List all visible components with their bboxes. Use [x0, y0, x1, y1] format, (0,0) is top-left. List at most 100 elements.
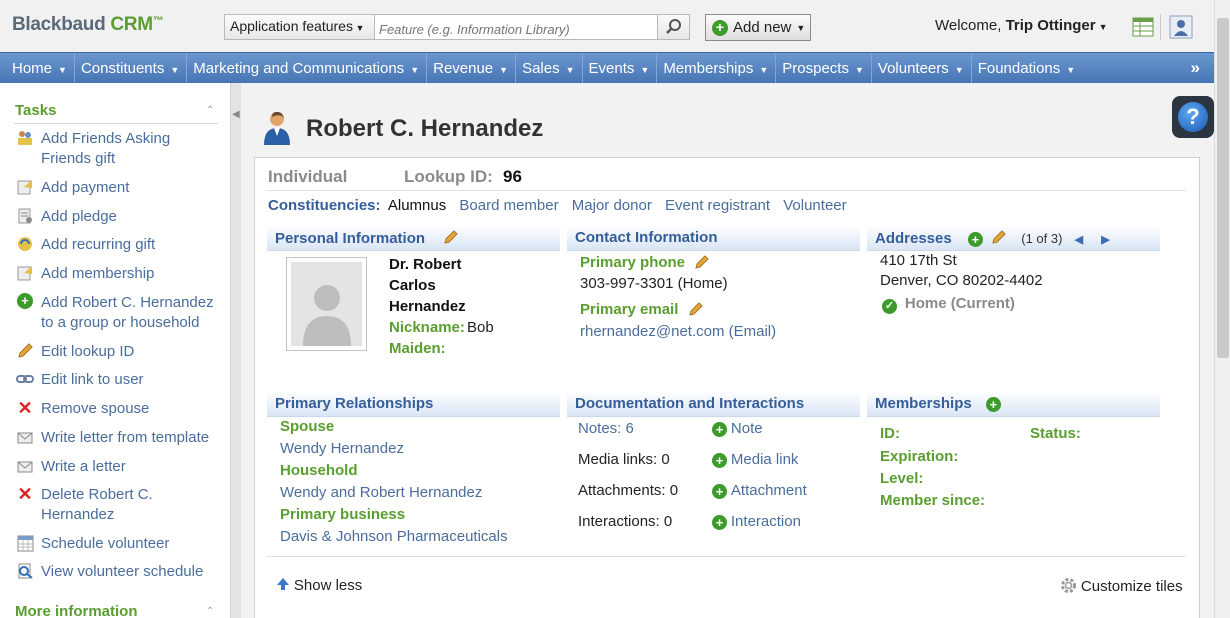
user-menu[interactable]: Welcome, Trip Ottinger ▼	[935, 17, 1108, 34]
add-new-button[interactable]: + Add new ▼	[705, 14, 811, 41]
task-edit-link-to-user[interactable]: Edit link to user	[15, 370, 221, 390]
add-icon: +	[712, 453, 727, 468]
constituency-event-registrant[interactable]: Event registrant	[665, 197, 770, 214]
edit-pencil-icon[interactable]	[443, 229, 459, 245]
nickname-value: Bob	[467, 319, 494, 336]
edit-pencil-icon[interactable]	[991, 229, 1007, 245]
nav-marketing[interactable]: Marketing and Communications ▼	[187, 52, 428, 84]
add-icon[interactable]: +	[967, 232, 983, 247]
show-less-button[interactable]: Show less	[276, 577, 362, 594]
add-note-button[interactable]: + Note	[712, 420, 763, 437]
constituency-alumnus: Alumnus	[387, 197, 447, 214]
individual-constituent-icon	[264, 111, 290, 145]
documentation-tile-header[interactable]: Documentation and Interactions	[567, 391, 860, 417]
maiden-label: Maiden:	[389, 340, 446, 357]
memberships-tile-header[interactable]: Memberships +	[867, 391, 1160, 417]
more-information-heading[interactable]: More information	[15, 603, 138, 618]
spouse-link[interactable]: Wendy Hernandez	[280, 440, 404, 457]
next-arrow-icon[interactable]: ▶	[1101, 234, 1109, 246]
address-status-text: Home (Current)	[904, 295, 1015, 312]
task-write-letter[interactable]: Write a letter	[15, 457, 221, 477]
previous-arrow-icon[interactable]: ◀	[1075, 234, 1083, 246]
calendar-icon	[15, 534, 35, 552]
primary-email-value[interactable]: rhernandez@net.com (Email)	[580, 323, 776, 340]
feature-search: Application features ▼	[224, 14, 690, 40]
scrollbar-thumb[interactable]	[1217, 18, 1229, 358]
address-city: Denver, CO 80202-4402	[880, 272, 1043, 289]
nav-sales[interactable]: Sales ▼	[516, 52, 583, 84]
scrollbar[interactable]	[1214, 0, 1230, 618]
task-view-volunteer-schedule[interactable]: View volunteer schedule	[15, 562, 221, 582]
help-button[interactable]: ?	[1172, 96, 1214, 138]
relationships-tile-header[interactable]: Primary Relationships	[267, 391, 560, 417]
nav-more-button[interactable]: »	[1191, 53, 1200, 83]
task-add-to-group[interactable]: + Add Robert C. Hernandez to a group or …	[15, 293, 221, 333]
customize-tiles-button[interactable]: Customize tiles	[1060, 577, 1183, 595]
collapse-more-info-icon[interactable]: ⌃	[206, 606, 214, 617]
task-remove-spouse[interactable]: ✕ Remove spouse	[15, 399, 221, 419]
household-link[interactable]: Wendy and Robert Hernandez	[280, 484, 482, 501]
collapse-arrow-icon[interactable]: ◀	[232, 109, 240, 120]
sidebar-splitter[interactable]: ◀	[231, 83, 241, 618]
top-bar: Blackbaud CRM™ Application features ▼ + …	[0, 0, 1230, 52]
chevron-down-icon: ▼	[796, 22, 806, 33]
task-edit-lookup-id[interactable]: Edit lookup ID	[15, 342, 221, 362]
lookup-id-value: 96	[503, 167, 522, 186]
edit-pencil-icon[interactable]	[694, 254, 710, 270]
primary-phone-value: 303-997-3301 (Home)	[580, 275, 728, 292]
user-name: Trip Ottinger	[1005, 17, 1096, 34]
divider	[14, 123, 218, 124]
nav-volunteers[interactable]: Volunteers ▼	[872, 52, 972, 84]
contact-info-heading: Contact Information	[575, 229, 718, 246]
notes-count-link[interactable]: Notes: 6	[578, 420, 634, 437]
search-button[interactable]	[657, 15, 689, 39]
search-scope-dropdown[interactable]: Application features ▼	[225, 15, 375, 39]
add-media-link-button[interactable]: + Media link	[712, 451, 798, 468]
brand-logo[interactable]: Blackbaud CRM™	[12, 14, 164, 36]
record-type: Individual	[268, 167, 348, 186]
primary-business-link[interactable]: Davis & Johnson Pharmaceuticals	[280, 528, 508, 545]
nav-constituents[interactable]: Constituents ▼	[75, 52, 188, 84]
shortcuts-grid-icon[interactable]	[1130, 14, 1156, 40]
task-add-membership[interactable]: Add membership	[15, 264, 221, 284]
nav-memberships[interactable]: Memberships ▼	[657, 52, 777, 84]
friends-gift-icon	[15, 129, 35, 147]
address-street: 410 17th St	[880, 252, 957, 269]
add-interaction-button[interactable]: + Interaction	[712, 513, 801, 530]
task-add-faf-gift[interactable]: Add Friends Asking Friends gift	[15, 129, 221, 169]
task-add-pledge[interactable]: Add pledge	[15, 207, 221, 227]
person-silhouette-icon	[302, 285, 351, 346]
task-add-payment[interactable]: Add payment	[15, 178, 221, 198]
contact-info-tile-header[interactable]: Contact Information	[567, 225, 860, 251]
profile-photo-placeholder[interactable]	[286, 257, 367, 351]
nav-events[interactable]: Events ▼	[583, 52, 658, 84]
relationships-heading: Primary Relationships	[275, 395, 434, 412]
task-schedule-volunteer[interactable]: Schedule volunteer	[15, 534, 221, 554]
membership-status-label: Status:	[1030, 425, 1081, 442]
addresses-tile-header[interactable]: Addresses + (1 of 3) ◀ ▶	[867, 225, 1160, 251]
personal-info-tile-header[interactable]: Personal Information	[267, 225, 560, 251]
add-icon[interactable]: +	[985, 397, 1001, 412]
task-write-letter-template[interactable]: Write letter from template	[15, 428, 221, 448]
divider	[266, 556, 1186, 557]
edit-pencil-icon[interactable]	[688, 301, 704, 317]
nav-home[interactable]: Home ▼	[0, 52, 75, 84]
constituency-volunteer[interactable]: Volunteer	[783, 197, 846, 214]
payment-icon	[15, 178, 35, 196]
constituency-major-donor[interactable]: Major donor	[572, 197, 652, 214]
constituency-board-member[interactable]: Board member	[459, 197, 558, 214]
user-settings-icon[interactable]	[1168, 14, 1194, 40]
task-add-recurring-gift[interactable]: Add recurring gift	[15, 235, 221, 255]
collapse-tasks-icon[interactable]: ⌃	[206, 105, 214, 116]
task-delete-constituent[interactable]: ✕ Delete Robert C. Hernandez	[15, 485, 221, 525]
name-line-2: Carlos	[389, 277, 436, 294]
primary-business-label: Primary business	[280, 506, 406, 523]
nav-foundations[interactable]: Foundations ▼	[972, 53, 1082, 84]
nav-revenue[interactable]: Revenue ▼	[427, 52, 517, 84]
search-input[interactable]	[375, 15, 657, 39]
nav-prospects[interactable]: Prospects ▼	[776, 52, 872, 84]
household-label: Household	[280, 462, 358, 479]
tasks-heading[interactable]: Tasks	[15, 102, 56, 119]
add-attachment-button[interactable]: + Attachment	[712, 482, 807, 499]
interactions-count: Interactions: 0	[578, 513, 673, 530]
